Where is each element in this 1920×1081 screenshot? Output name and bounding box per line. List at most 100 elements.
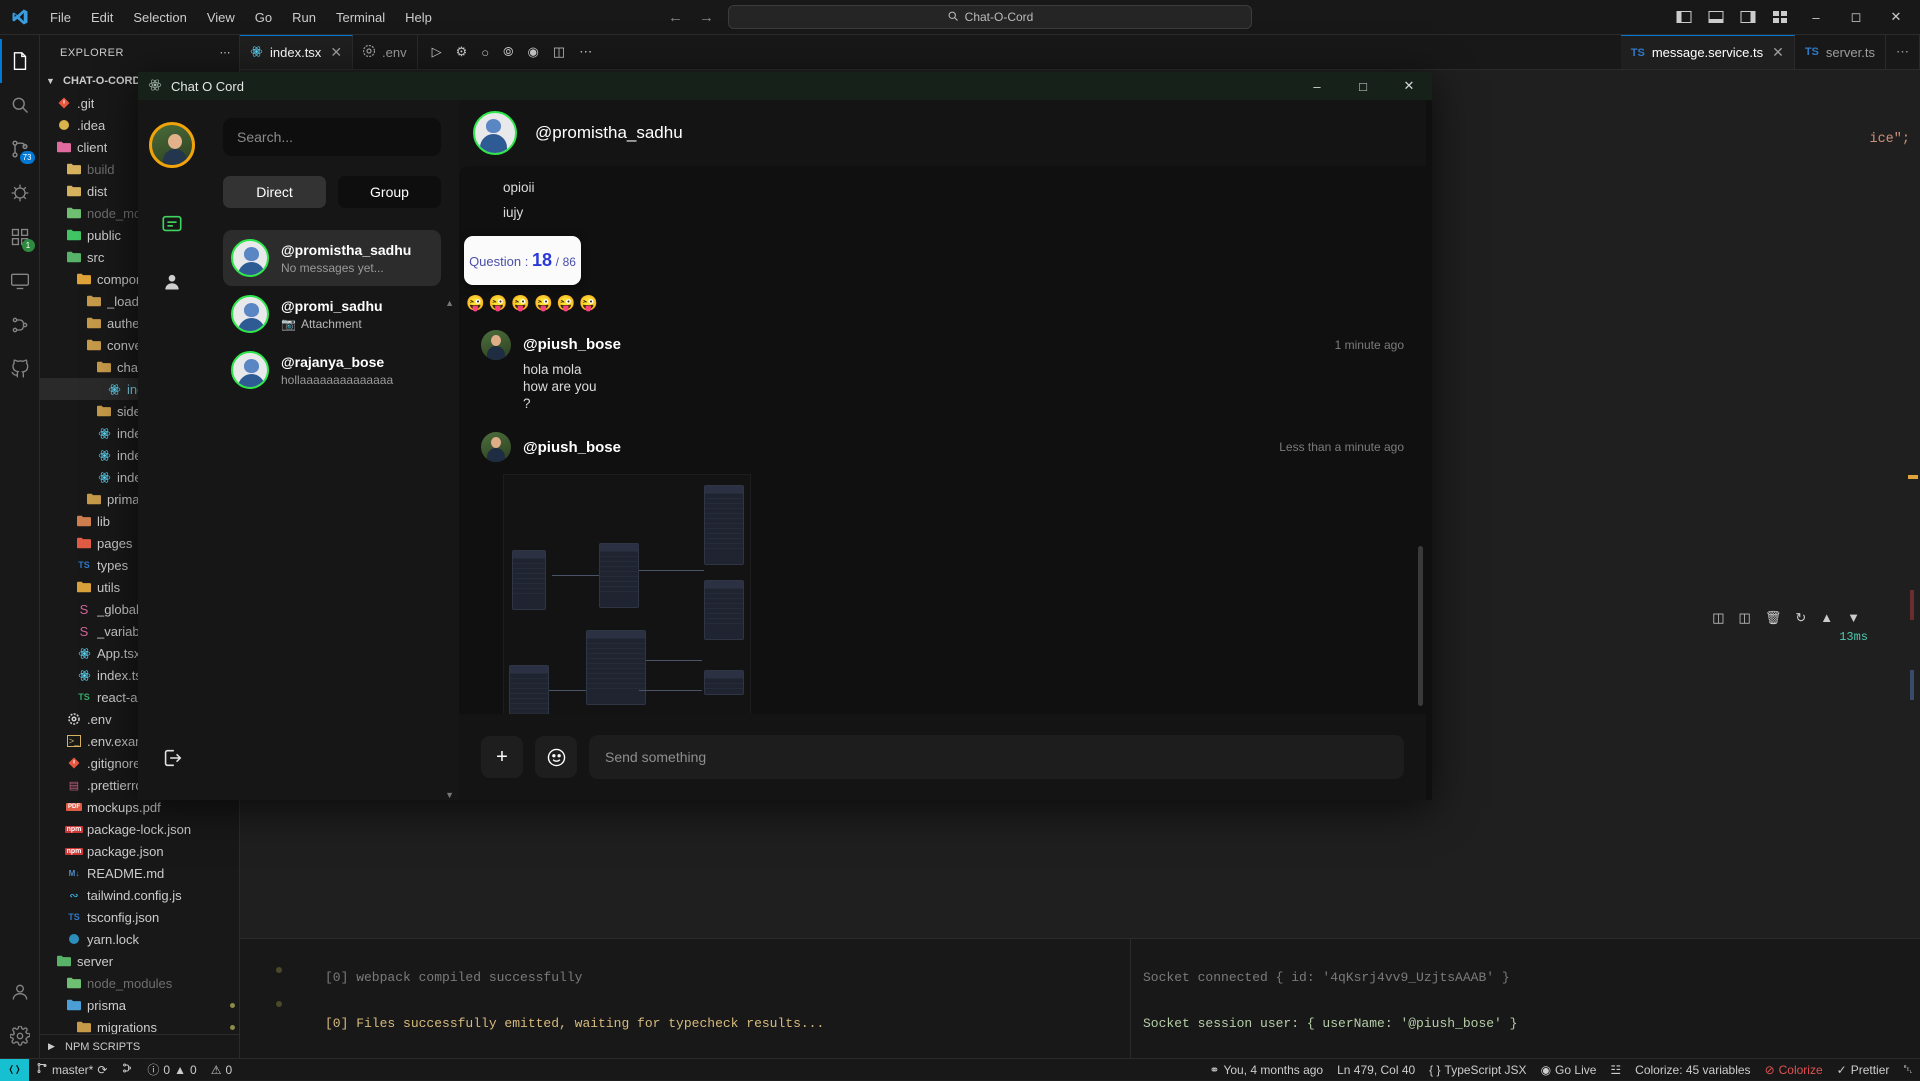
debug-icon[interactable]: ⚙	[456, 44, 468, 60]
status-git-blame[interactable]: ⚭ You, 4 months ago	[1202, 1059, 1330, 1081]
menu-selection[interactable]: Selection	[123, 7, 196, 28]
message-input[interactable]	[589, 735, 1404, 779]
status-radio[interactable]: ⚠ 0	[204, 1059, 239, 1081]
refresh-icon[interactable]: ↻	[1795, 610, 1806, 626]
status-go-live[interactable]: ◉ Go Live	[1534, 1059, 1604, 1081]
delete-icon[interactable]: 🗑	[1765, 610, 1782, 626]
menu-bar[interactable]: File Edit Selection View Go Run Terminal…	[40, 7, 442, 28]
go-forward-icon[interactable]: →	[699, 9, 714, 26]
person-icon[interactable]	[152, 262, 192, 302]
tree-item-tailwind-config-js[interactable]: ∾tailwind.config.js	[40, 884, 239, 906]
editor-actions[interactable]: ▷ ⚙ ○ ⦾ ◉ ◫ ⋯	[418, 35, 607, 69]
activity-explorer[interactable]	[0, 39, 40, 83]
status-colorize[interactable]: ⊘ Colorize	[1758, 1059, 1830, 1081]
tree-item-readme-md[interactable]: M↓README.md	[40, 862, 239, 884]
toggle-panel-icon[interactable]	[1702, 5, 1730, 29]
chat-bubble-icon[interactable]	[152, 204, 192, 244]
remote-indicator[interactable]	[0, 1059, 29, 1081]
code-editor-right[interactable]: ice"; 13ms	[1420, 70, 1920, 938]
step-forward-icon[interactable]: ⦾	[503, 44, 513, 60]
tree-item-yarn-lock[interactable]: yarn.lock	[40, 928, 239, 950]
menu-terminal[interactable]: Terminal	[326, 7, 395, 28]
customize-layout-icon[interactable]	[1766, 5, 1794, 29]
split-icon[interactable]: ◫	[1739, 610, 1751, 626]
tree-item-package-lock-json[interactable]: npmpackage-lock.json	[40, 818, 239, 840]
list-item[interactable]: @rajanya_bose hollaaaaaaaaaaaaaa	[223, 342, 441, 398]
more-actions-icon[interactable]: ⋯	[1896, 44, 1909, 60]
toggle-secondary-sidebar-icon[interactable]	[1734, 5, 1762, 29]
menu-go[interactable]: Go	[245, 7, 282, 28]
contact-list[interactable]: @promistha_sadhu No messages yet... @pro…	[223, 230, 441, 398]
npm-scripts-section[interactable]: ▶ NPM SCRIPTS	[40, 1034, 239, 1058]
search-input[interactable]	[223, 118, 441, 156]
run-icon[interactable]: ▷	[432, 44, 442, 60]
layout-icon[interactable]: ◫	[1712, 610, 1724, 626]
menu-view[interactable]: View	[197, 7, 245, 28]
status-ports[interactable]	[114, 1059, 140, 1081]
chevron-up-icon[interactable]: ▲	[1820, 610, 1833, 626]
window-close-button[interactable]: ✕	[1878, 2, 1914, 32]
activity-source-control[interactable]: 73	[0, 127, 40, 171]
editor-more-actions[interactable]: ⋯	[1886, 35, 1920, 69]
menu-file[interactable]: File	[40, 7, 81, 28]
activity-run-debug[interactable]	[0, 171, 40, 215]
status-bar[interactable]: master* ⟳ ⓘ 0 ▲ 0 ⚠ 0 ⚭ You, 4 months ag…	[0, 1058, 1920, 1080]
scroll-up-icon[interactable]: ▲	[445, 298, 454, 308]
activity-github[interactable]	[0, 347, 40, 391]
tab-server-ts[interactable]: TS server.ts	[1795, 35, 1886, 69]
chevron-down-icon[interactable]: ▼	[1847, 610, 1860, 626]
activity-accounts[interactable]	[0, 970, 40, 1014]
chat-window-controls[interactable]: – □ ✕	[1294, 72, 1432, 100]
status-database[interactable]: ☳	[1603, 1059, 1628, 1081]
menu-run[interactable]: Run	[282, 7, 326, 28]
menu-edit[interactable]: Edit	[81, 7, 123, 28]
terminal-panel[interactable]: [0] webpack compiled successfully [0] Fi…	[240, 938, 1920, 1058]
close-icon[interactable]: ✕	[330, 44, 342, 61]
status-prettier[interactable]: ✓ Prettier	[1830, 1059, 1897, 1081]
chat-minimize-button[interactable]: –	[1294, 72, 1340, 100]
status-branch[interactable]: master* ⟳	[29, 1059, 114, 1081]
status-bar-right[interactable]: ⚭ You, 4 months ago Ln 479, Col 40 { } T…	[1202, 1059, 1920, 1081]
split-editor-icon[interactable]: ◫	[553, 44, 565, 60]
go-back-icon[interactable]: ←	[668, 9, 683, 26]
activity-remote-explorer[interactable]	[0, 259, 40, 303]
message-scrollbar[interactable]	[1418, 546, 1423, 706]
tree-item-prisma[interactable]: prisma	[40, 994, 239, 1016]
activity-search[interactable]	[0, 83, 40, 127]
tree-item-package-json[interactable]: npmpackage.json	[40, 840, 239, 862]
chat-maximize-button[interactable]: □	[1340, 72, 1386, 100]
activity-extensions[interactable]: 1	[0, 215, 40, 259]
message-list[interactable]: opioii iujy Question : 18 / 86 😜😜😜😜😜😜 @p…	[459, 166, 1426, 714]
window-maximize-button[interactable]: ◻	[1838, 2, 1874, 32]
tree-item-server[interactable]: server	[40, 950, 239, 972]
activity-settings[interactable]	[0, 1014, 40, 1058]
add-attachment-button[interactable]: +	[481, 736, 523, 778]
status-colorize-variables[interactable]: Colorize: 45 variables	[1628, 1059, 1757, 1081]
logout-icon[interactable]	[161, 747, 183, 772]
database-schema-diagram[interactable]	[503, 474, 751, 714]
tab-index-tsx[interactable]: index.tsx ✕	[240, 35, 353, 69]
emoji-picker-button[interactable]	[535, 736, 577, 778]
tree-item-migrations[interactable]: migrations	[40, 1016, 239, 1034]
more-actions-icon[interactable]: ⋯	[579, 44, 592, 60]
list-item[interactable]: @promistha_sadhu No messages yet...	[223, 230, 441, 286]
current-user-avatar[interactable]	[149, 122, 195, 168]
menu-help[interactable]: Help	[395, 7, 442, 28]
inline-editor-toolbar[interactable]: ◫ ◫ 🗑 ↻ ▲ ▼	[1712, 610, 1860, 626]
editor-tabs-secondary[interactable]: TS message.service.ts ✕ TS server.ts ⋯	[1621, 35, 1920, 69]
sync-icon[interactable]: ⟳	[97, 1063, 107, 1077]
list-item[interactable]: @promi_sadhu 📷 Attachment	[223, 286, 441, 342]
tab-env[interactable]: .env	[353, 35, 418, 69]
editor-tabs[interactable]: index.tsx ✕ .env ▷ ⚙ ○ ⦾ ◉	[240, 35, 1920, 70]
tab-message-service-ts[interactable]: TS message.service.ts ✕	[1621, 35, 1795, 69]
tab-group[interactable]: Group	[338, 176, 441, 208]
conversation-type-tabs[interactable]: Direct Group	[223, 176, 441, 208]
navigation-arrows[interactable]: ← →	[668, 9, 714, 26]
status-problems[interactable]: ⓘ 0 ▲ 0	[140, 1059, 203, 1081]
chat-close-button[interactable]: ✕	[1386, 72, 1432, 100]
scroll-down-icon[interactable]: ▼	[445, 790, 454, 800]
toggle-primary-sidebar-icon[interactable]	[1670, 5, 1698, 29]
command-center[interactable]: Chat-O-Cord	[728, 5, 1252, 29]
window-minimize-button[interactable]: –	[1798, 2, 1834, 32]
status-cursor-position[interactable]: Ln 479, Col 40	[1330, 1059, 1422, 1081]
